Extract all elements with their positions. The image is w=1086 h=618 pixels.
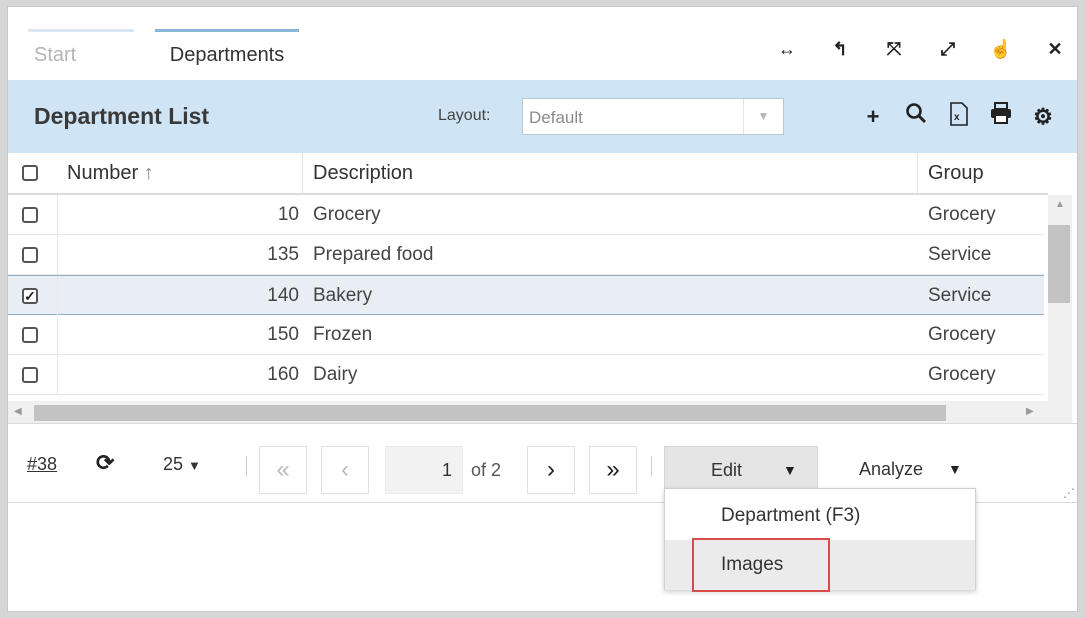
cell-number: 140 [267, 285, 299, 306]
table-row[interactable]: 135 Prepared food Service [8, 235, 1044, 275]
cell-group: Grocery [928, 204, 996, 225]
row-checkbox[interactable] [22, 247, 38, 263]
prev-page-button[interactable]: ‹ [321, 446, 369, 494]
cell-description: Prepared food [313, 244, 434, 265]
row-checkbox[interactable] [22, 367, 38, 383]
search-icon[interactable] [901, 102, 931, 132]
column-group[interactable]: Group [928, 153, 984, 193]
cell-description: Bakery [313, 285, 373, 306]
page-number-input[interactable]: 1 [385, 446, 463, 494]
footer-divider [246, 456, 247, 476]
close-icon[interactable]: ✕ [1039, 37, 1071, 61]
row-checkbox[interactable] [22, 327, 38, 343]
expand-icon[interactable]: ⤢ [932, 37, 964, 61]
cell-description: Dairy [313, 364, 358, 385]
horizontal-scrollbar[interactable]: ◀ ▶ [8, 401, 1048, 423]
undo-icon[interactable]: ↰ [824, 37, 856, 61]
column-divider [57, 276, 58, 316]
collapse-icon[interactable]: ⤧ [878, 37, 910, 61]
excel-export-icon[interactable]: x [944, 102, 974, 132]
cell-group: Service [928, 285, 992, 306]
table-row[interactable]: 160 Dairy Grocery [8, 355, 1044, 395]
list-header: Department List Layout: Default ▼ + x ⚙ [8, 80, 1077, 153]
column-divider [57, 315, 58, 355]
tab-departments[interactable]: Departments [155, 29, 299, 69]
refresh-icon[interactable]: ⟳ [96, 450, 114, 476]
caret-down-icon: ▼ [188, 458, 201, 473]
cell-number: 10 [277, 204, 299, 225]
layout-value: Default [529, 108, 583, 127]
table-row[interactable]: 150 Frozen Grocery [8, 315, 1044, 355]
print-icon[interactable] [986, 102, 1016, 132]
cell-description: Grocery [313, 204, 381, 225]
cell-group: Grocery [928, 364, 996, 385]
vertical-scrollbar[interactable]: ▲ [1048, 195, 1072, 423]
tab-bar: Start Departments ↔ ↰ ⤧ ⤢ ☝ ✕ [8, 7, 1077, 80]
analyze-label: Analyze [859, 459, 924, 479]
cell-group: Grocery [928, 324, 996, 345]
horizontal-scroll-thumb[interactable] [34, 405, 946, 421]
layout-select[interactable]: Default ▼ [522, 98, 784, 135]
resize-grip-icon[interactable]: ⋰ [1063, 486, 1075, 500]
scroll-left-icon[interactable]: ◀ [14, 406, 22, 417]
cell-number: 135 [267, 244, 299, 265]
layout-label: Layout: [438, 107, 491, 124]
table-row-selected[interactable]: ✓ 140 Bakery Service [8, 275, 1044, 316]
row-checkbox[interactable] [22, 207, 38, 223]
column-divider [57, 235, 58, 275]
column-divider [57, 355, 58, 395]
department-window: Start Departments ↔ ↰ ⤧ ⤢ ☝ ✕ Department… [7, 6, 1078, 612]
scroll-up-icon[interactable]: ▲ [1055, 199, 1065, 210]
vertical-scroll-thumb[interactable] [1048, 225, 1070, 303]
list-title: Department List [34, 103, 210, 129]
column-divider [917, 153, 918, 193]
next-page-button[interactable]: › [527, 446, 575, 494]
menu-item-department[interactable]: Department (F3) [665, 491, 975, 541]
analyze-dropdown-button[interactable]: Analyze ▼ [848, 446, 988, 494]
tab-start[interactable]: Start [28, 29, 134, 69]
cell-number: 160 [267, 364, 299, 385]
page-total: of 2 [471, 460, 502, 480]
arrows-horizontal-icon[interactable]: ↔ [771, 37, 803, 61]
edit-label: Edit [711, 460, 743, 480]
settings-icon[interactable]: ⚙ [1028, 102, 1058, 132]
caret-down-icon: ▼ [948, 461, 962, 477]
column-divider [302, 153, 303, 193]
add-icon[interactable]: + [858, 102, 888, 132]
table-row[interactable]: 10 Grocery Grocery [8, 195, 1044, 235]
last-page-button[interactable]: » [589, 446, 637, 494]
record-count-link[interactable]: #38 [27, 454, 57, 475]
select-all-checkbox[interactable] [22, 165, 38, 181]
sort-ascending-icon: ↑ [143, 162, 154, 184]
footer-divider [651, 456, 652, 476]
chevron-down-icon[interactable]: ▼ [743, 99, 783, 134]
column-number[interactable]: Number ↑ [67, 153, 154, 193]
cell-group: Service [928, 244, 992, 265]
edit-dropdown-button[interactable]: Edit ▼ [664, 446, 818, 494]
pin-icon[interactable]: ☝ [985, 37, 1017, 61]
row-checkbox-checked[interactable]: ✓ [22, 288, 38, 304]
first-page-button[interactable]: « [259, 446, 307, 494]
svg-text:x: x [954, 112, 960, 123]
grid-header: Number ↑ Description Group [8, 153, 1048, 195]
highlight-box [692, 538, 830, 592]
page-size-select[interactable]: 25 ▼ [163, 454, 201, 475]
caret-down-icon: ▼ [783, 462, 797, 478]
scroll-right-icon[interactable]: ▶ [1026, 406, 1034, 417]
department-grid: Number ↑ Description Group 10 Grocery Gr… [8, 153, 1048, 425]
column-divider [57, 195, 58, 235]
cell-number: 150 [267, 324, 299, 345]
column-description[interactable]: Description [313, 153, 413, 193]
cell-description: Frozen [313, 324, 373, 345]
